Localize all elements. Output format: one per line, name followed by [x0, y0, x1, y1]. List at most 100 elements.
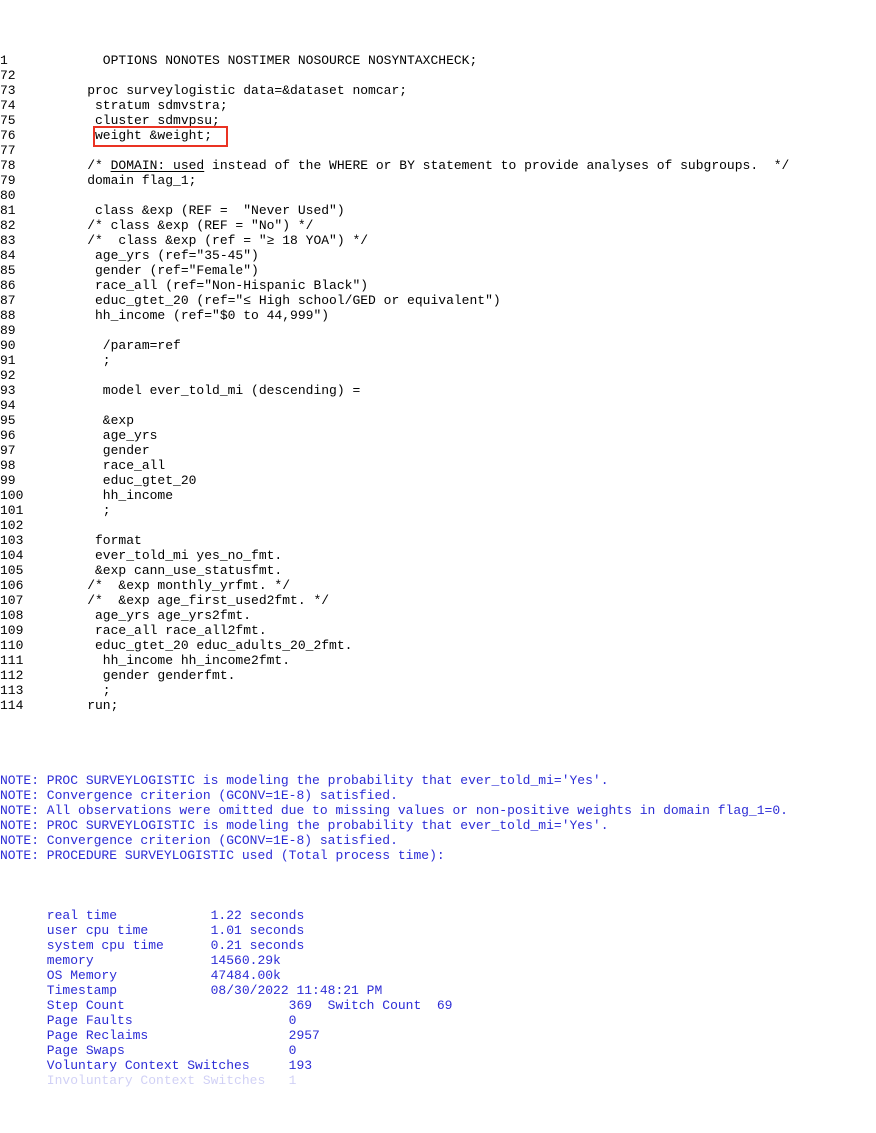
code-text: /param=ref — [56, 338, 181, 353]
log-line: 94 — [0, 398, 876, 413]
line-number: 85 — [0, 263, 16, 278]
log-line: 79 domain flag_1; — [0, 173, 876, 188]
log-line: 93 model ever_told_mi (descending) = — [0, 383, 876, 398]
log-line: 97 gender — [0, 443, 876, 458]
sas-log-output: 1 OPTIONS NONOTES NOSTIMER NOSOURCE NOSY… — [0, 0, 876, 1088]
code-text: format — [56, 533, 142, 548]
log-line: 80 — [0, 188, 876, 203]
underlined-keyword: DOMAIN: used — [110, 158, 205, 173]
line-number: 104 — [0, 548, 24, 563]
code-text: &exp — [56, 413, 135, 428]
line-number: 99 — [0, 473, 16, 488]
code-text: race_all (ref="Non-Hispanic Black") — [56, 278, 369, 293]
code-text: gender (ref="Female") — [56, 263, 259, 278]
code-text: class &exp (REF = "Never Used") — [56, 203, 345, 218]
code-text: /* DOMAIN: used instead of the WHERE or … — [56, 158, 790, 173]
log-note-line: NOTE: All observations were omitted due … — [0, 803, 788, 818]
log-line: 100 hh_income — [0, 488, 876, 503]
log-line: 96 age_yrs — [0, 428, 876, 443]
code-text: educ_gtet_20 (ref="≤ High school/GED or … — [56, 293, 501, 308]
log-line: 92 — [0, 368, 876, 383]
log-line: 83 /* class &exp (ref = "≥ 18 YOA") */ — [0, 233, 876, 248]
log-line: 114 run; — [0, 698, 876, 713]
code-text: gender — [56, 443, 150, 458]
line-number: 106 — [0, 578, 24, 593]
line-number: 88 — [0, 308, 16, 323]
log-line: 90 /param=ref — [0, 338, 876, 353]
code-text: ever_told_mi yes_no_fmt. — [56, 548, 283, 563]
line-number: 90 — [0, 338, 16, 353]
log-statistic-line: Page Reclaims 2957 — [0, 1028, 320, 1043]
line-number: 92 — [0, 368, 16, 383]
log-line: 112 gender genderfmt. — [0, 668, 876, 683]
log-note-line: NOTE: Convergence criterion (GCONV=1E-8)… — [0, 833, 398, 848]
line-number: 91 — [0, 353, 16, 368]
code-text: &exp cann_use_statusfmt. — [56, 563, 283, 578]
line-number: 79 — [0, 173, 16, 188]
log-note-line: NOTE: PROC SURVEYLOGISTIC is modeling th… — [0, 818, 609, 833]
log-line: 72 — [0, 68, 876, 83]
log-statistic-line: Step Count 369 Switch Count 69 — [0, 998, 453, 1013]
line-number: 95 — [0, 413, 16, 428]
log-line: 103 format — [0, 533, 876, 548]
code-text: educ_gtet_20 educ_adults_20_2fmt. — [56, 638, 353, 653]
line-number: 93 — [0, 383, 16, 398]
sas-statistics-block: real time 1.22 seconds user cpu time 1.0… — [0, 908, 876, 1088]
code-text: ; — [56, 503, 111, 518]
line-number: 101 — [0, 503, 24, 518]
log-line: 102 — [0, 518, 876, 533]
log-line: 81 class &exp (REF = "Never Used") — [0, 203, 876, 218]
log-statistic-line: Timestamp 08/30/2022 11:48:21 PM — [0, 983, 383, 998]
code-text: hh_income — [56, 488, 174, 503]
line-number: 112 — [0, 668, 24, 683]
log-line: 105 &exp cann_use_statusfmt. — [0, 563, 876, 578]
log-statistic-line: Page Faults 0 — [0, 1013, 297, 1028]
line-number: 110 — [0, 638, 24, 653]
line-number: 1 — [0, 53, 8, 68]
code-text: cluster sdmvpsu; — [56, 113, 220, 128]
log-line: 82 /* class &exp (REF = "No") */ — [0, 218, 876, 233]
code-text: stratum sdmvstra; — [56, 98, 228, 113]
line-number: 78 — [0, 158, 16, 173]
log-line: 1 OPTIONS NONOTES NOSTIMER NOSOURCE NOSY… — [0, 53, 876, 68]
log-statistic-line: real time 1.22 seconds — [0, 908, 305, 923]
code-text: race_all race_all2fmt. — [56, 623, 267, 638]
code-text: educ_gtet_20 — [56, 473, 197, 488]
line-number: 77 — [0, 143, 16, 158]
code-text: age_yrs age_yrs2fmt. — [56, 608, 252, 623]
code-text: age_yrs (ref="35-45") — [56, 248, 259, 263]
line-number: 72 — [0, 68, 16, 83]
log-line: 84 age_yrs (ref="35-45") — [0, 248, 876, 263]
log-statistic-line: user cpu time 1.01 seconds — [0, 923, 305, 938]
code-text: hh_income hh_income2fmt. — [56, 653, 291, 668]
log-line: 89 — [0, 323, 876, 338]
log-line: 108 age_yrs age_yrs2fmt. — [0, 608, 876, 623]
log-note-line: NOTE: PROCEDURE SURVEYLOGISTIC used (Tot… — [0, 848, 445, 863]
log-statistic-line: Voluntary Context Switches 193 — [0, 1058, 313, 1073]
code-text: age_yrs — [56, 428, 158, 443]
log-line: 101 ; — [0, 503, 876, 518]
log-line: 77 — [0, 143, 876, 158]
log-line: 95 &exp — [0, 413, 876, 428]
log-line: 109 race_all race_all2fmt. — [0, 623, 876, 638]
code-text: /* &exp age_first_used2fmt. */ — [56, 593, 330, 608]
log-line: 106 /* &exp monthly_yrfmt. */ — [0, 578, 876, 593]
line-number: 107 — [0, 593, 24, 608]
log-statistic-line: OS Memory 47484.00k — [0, 968, 281, 983]
line-number: 97 — [0, 443, 16, 458]
code-text: race_all — [56, 458, 166, 473]
line-number: 89 — [0, 323, 16, 338]
log-line: 113 ; — [0, 683, 876, 698]
log-statistic-line: memory 14560.29k — [0, 953, 281, 968]
line-number: 86 — [0, 278, 16, 293]
code-text: weight &weight; — [56, 128, 213, 143]
line-number: 111 — [0, 653, 24, 668]
line-number: 96 — [0, 428, 16, 443]
line-number: 94 — [0, 398, 16, 413]
code-text: OPTIONS NONOTES NOSTIMER NOSOURCE NOSYNT… — [56, 53, 478, 68]
log-note-line: NOTE: PROC SURVEYLOGISTIC is modeling th… — [0, 773, 609, 788]
line-number: 81 — [0, 203, 16, 218]
line-number: 109 — [0, 623, 24, 638]
code-text: /* class &exp (ref = "≥ 18 YOA") */ — [56, 233, 369, 248]
